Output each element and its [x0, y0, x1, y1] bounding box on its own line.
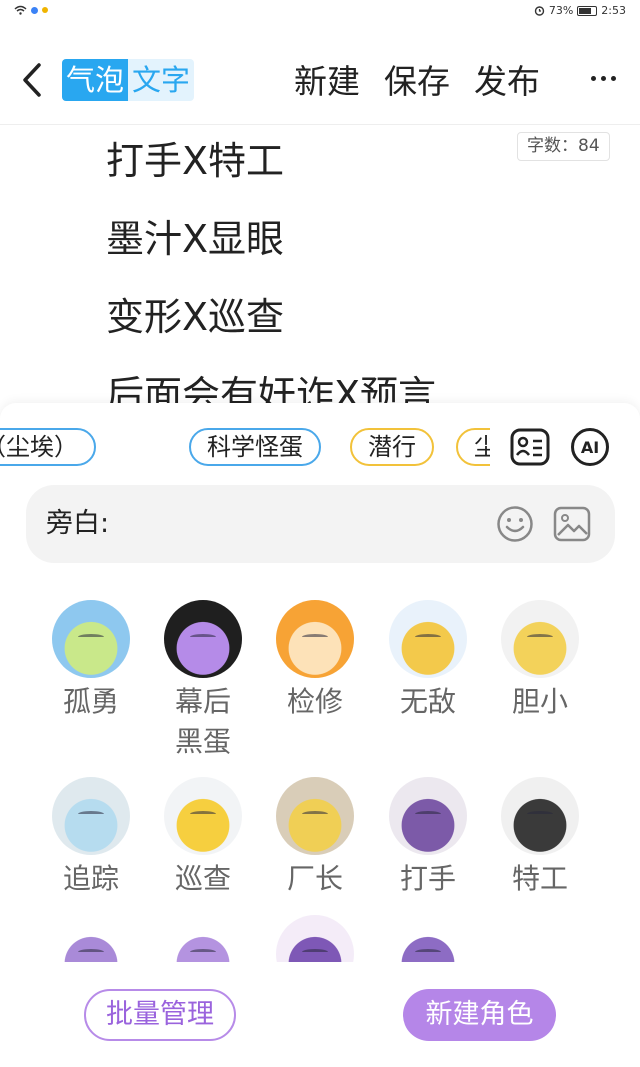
- clock: 2:53: [601, 4, 626, 17]
- bottom-actions: 批量管理 新建角色: [0, 985, 640, 1045]
- character-name: 检修: [286, 685, 343, 718]
- avatar-zhuizong: [52, 777, 130, 855]
- smiley-icon: [497, 506, 533, 542]
- ai-button[interactable]: AI: [570, 427, 610, 467]
- avatar-changzhang: [276, 777, 354, 855]
- avatar-tegong: [501, 777, 579, 855]
- character-name: 追踪: [62, 862, 119, 895]
- character-item[interactable]: 检修: [259, 600, 371, 722]
- app-notification-icon: [42, 7, 48, 13]
- chevron-left-icon: [23, 63, 41, 97]
- back-button[interactable]: [12, 58, 52, 102]
- word-count-badge: 字数：84: [517, 132, 610, 161]
- character-item[interactable]: 孤勇: [35, 600, 147, 722]
- character-name: 特工: [511, 862, 568, 895]
- character-name: 幕后 黑蛋: [174, 685, 231, 758]
- role-chip-row[interactable]: 魂（尘埃） 科学怪蛋 潜行 尘: [0, 425, 490, 469]
- wifi-icon: [14, 5, 27, 15]
- top-bar: 气泡 文字 新建 保存 发布: [0, 40, 640, 124]
- role-card-button[interactable]: [510, 427, 550, 467]
- avatar-purple-3: [276, 915, 354, 962]
- status-icons-right: 73% 2:53: [534, 4, 626, 17]
- new-button[interactable]: 新建: [294, 59, 360, 105]
- avatar-danxiao: [501, 600, 579, 678]
- character-name: 打手: [399, 862, 456, 895]
- role-chip[interactable]: 科学怪蛋: [189, 428, 321, 466]
- battery-icon: [577, 5, 598, 16]
- character-item[interactable]: 特工: [484, 777, 596, 899]
- avatar-purple-2: [164, 915, 242, 962]
- mode-toggle: 气泡 文字: [62, 59, 195, 101]
- character-name: 孤勇: [62, 685, 119, 718]
- more-options-button[interactable]: [591, 76, 616, 81]
- character-item[interactable]: [35, 915, 147, 962]
- character-item[interactable]: 打手: [372, 777, 484, 899]
- narration-input[interactable]: 旁白:: [26, 485, 615, 563]
- character-item[interactable]: [259, 915, 371, 962]
- role-chip[interactable]: 潜行: [350, 428, 434, 466]
- narration-label: 旁白:: [46, 508, 110, 539]
- character-item[interactable]: 无敌: [372, 600, 484, 722]
- svg-text:AI: AI: [581, 438, 599, 457]
- image-icon: [553, 506, 591, 542]
- character-item[interactable]: 巡查: [147, 777, 259, 899]
- character-item[interactable]: 幕后 黑蛋: [147, 600, 259, 762]
- role-chip[interactable]: 尘: [456, 428, 490, 466]
- character-item[interactable]: 厂长: [259, 777, 371, 899]
- story-line: 变形X巡查: [106, 295, 285, 339]
- status-bar: 73% 2:53: [0, 0, 640, 24]
- avatar-guyong: [52, 600, 130, 678]
- story-editor[interactable]: 打手X特工 墨汁X显眼 变形X巡查 后面会有奸诈X预言: [106, 122, 436, 434]
- image-button[interactable]: [553, 505, 591, 543]
- character-grid: 孤勇 幕后 黑蛋 检修 无敌 胆小追踪 巡查 厂长 打手 特工: [0, 600, 640, 962]
- character-name: 厂长: [286, 862, 343, 895]
- story-line: 打手X特工: [106, 139, 285, 183]
- character-name: 胆小: [511, 685, 568, 718]
- save-button[interactable]: 保存: [384, 59, 450, 105]
- mode-bubble-tab[interactable]: 气泡: [62, 59, 129, 101]
- character-item[interactable]: [372, 915, 484, 962]
- app-notification-icon: [31, 6, 38, 14]
- status-icons-left: [14, 5, 48, 15]
- avatar-wudi: [389, 600, 467, 678]
- character-item[interactable]: 追踪: [35, 777, 147, 899]
- avatar-purple-1: [52, 915, 130, 962]
- avatar-purple-4: [389, 915, 467, 962]
- avatar-muhou: [164, 600, 242, 678]
- top-actions: 新建 保存 发布: [294, 59, 540, 105]
- emoji-button[interactable]: [496, 505, 534, 543]
- avatar-jianxiu: [276, 600, 354, 678]
- character-item[interactable]: [147, 915, 259, 962]
- story-line: 墨汁X显眼: [106, 217, 285, 261]
- role-chip[interactable]: 魂（尘埃）: [0, 428, 96, 466]
- contact-card-icon: [510, 428, 550, 466]
- character-name: 巡查: [174, 862, 231, 895]
- publish-button[interactable]: 发布: [474, 59, 540, 105]
- battery-percent: 73%: [548, 4, 574, 17]
- avatar-xuncha: [164, 777, 242, 855]
- avatar-dashou: [389, 777, 467, 855]
- ai-icon: AI: [571, 428, 609, 466]
- batch-manage-button[interactable]: 批量管理: [84, 989, 236, 1041]
- character-item[interactable]: 胆小: [484, 600, 596, 722]
- new-role-button[interactable]: 新建角色: [403, 989, 556, 1041]
- mode-text-tab[interactable]: 文字: [128, 59, 195, 101]
- character-name: 无敌: [399, 685, 456, 718]
- alarm-icon: [534, 6, 545, 16]
